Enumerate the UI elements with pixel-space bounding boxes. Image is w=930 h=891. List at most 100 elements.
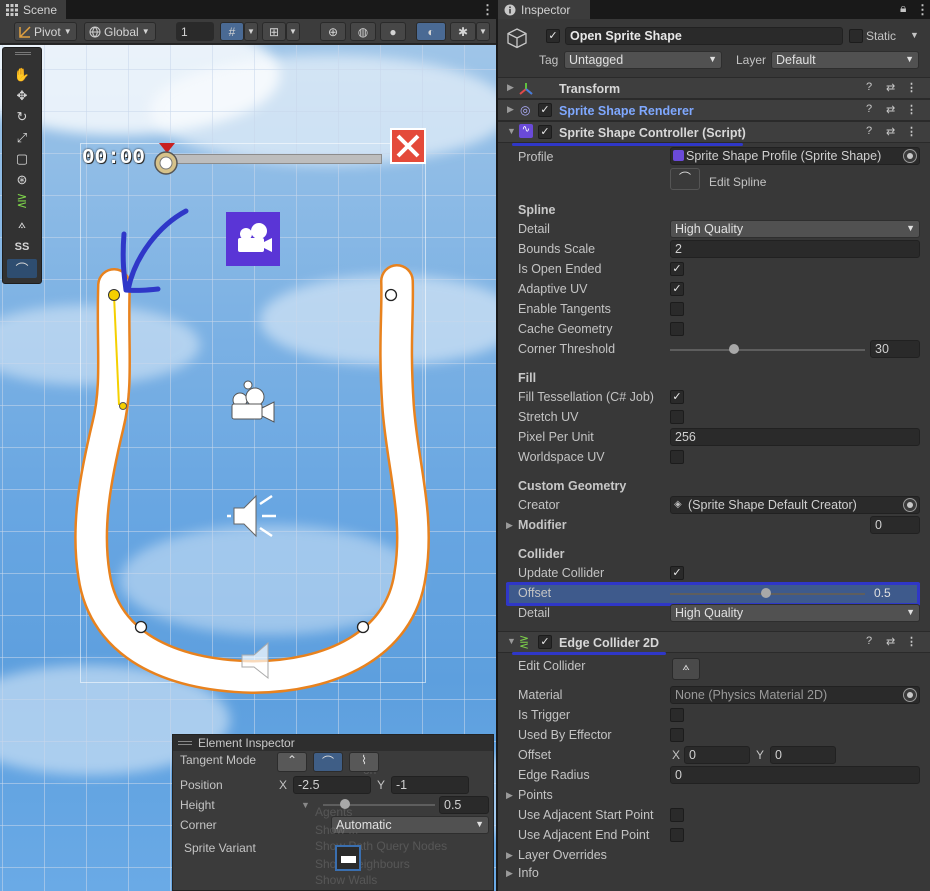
scene-menu-icon[interactable]: ⋮	[481, 2, 494, 18]
tess-checkbox[interactable]: ✓	[670, 390, 684, 404]
element-inspector-header[interactable]: Element Inspector	[173, 735, 493, 751]
tangent-handle[interactable]	[119, 402, 127, 410]
grid-size-input[interactable]: 1	[176, 22, 214, 41]
2d-mode-button[interactable]: ◐	[416, 22, 446, 41]
stretch-checkbox[interactable]	[670, 410, 684, 424]
position-x-field[interactable]: -2.5	[293, 776, 371, 794]
scene-view[interactable]: Scene ⋮ Pivot ▼ Global ▼ 1 # ▼ ⊞ ▼ ⊕ ◍ ●…	[0, 0, 496, 891]
presets-icon[interactable]: ⇄	[886, 635, 895, 648]
transform-header[interactable]: ▶ Transform ? ⇄ ⋮	[498, 77, 930, 99]
object-name-field[interactable]: Open Sprite Shape	[565, 27, 843, 45]
scene-tab[interactable]: Scene	[0, 0, 66, 19]
edit-collider-tool-button[interactable]: ⋛	[7, 191, 37, 210]
offset-value[interactable]: 0.5	[874, 586, 891, 600]
cache-checkbox[interactable]	[670, 322, 684, 336]
active-checkbox[interactable]: ✓	[546, 29, 560, 43]
spline-point[interactable]	[384, 288, 398, 302]
tag-dropdown[interactable]: Untagged ▼	[564, 51, 722, 69]
layer-dropdown[interactable]: Default ▼	[771, 51, 919, 69]
spline-tool-button[interactable]: ⌒	[7, 259, 37, 278]
offset-slider-knob[interactable]	[760, 588, 771, 598]
selected-spline-point[interactable]	[108, 289, 120, 301]
adj-end-checkbox[interactable]	[670, 828, 684, 842]
component-menu-icon[interactable]: ⋮	[906, 635, 917, 648]
help-icon[interactable]: ?	[866, 81, 872, 93]
corner-threshold-field[interactable]: 30	[870, 340, 920, 358]
component-menu-icon[interactable]: ⋮	[906, 81, 917, 94]
lock-icon[interactable]: 🔒︎	[900, 1, 906, 16]
ss-tool-button[interactable]: SS	[7, 237, 37, 256]
increment-snap-dropdown[interactable]: ▼	[286, 22, 300, 41]
drag-handle-icon[interactable]	[15, 52, 31, 55]
corner-slider-track[interactable]	[670, 349, 865, 351]
edge-collider-header[interactable]: ▼ ⋛ ✓ Edge Collider 2D ? ⇄ ⋮	[498, 631, 930, 653]
spline-point[interactable]	[134, 620, 148, 634]
points-row[interactable]: ▶ Points	[498, 785, 930, 805]
lit-button[interactable]: ●	[380, 22, 406, 41]
move-tool-button[interactable]: ✥	[7, 86, 37, 105]
renderer-header[interactable]: ▶ ◎ ✓ Sprite Shape Renderer ? ⇄ ⋮	[498, 99, 930, 121]
edit-collider-button[interactable]: ⟑	[672, 658, 700, 680]
gizmos-dropdown[interactable]: ▼	[476, 22, 490, 41]
profile-field[interactable]: Sprite Shape Profile (Sprite Shape)	[670, 147, 920, 165]
spline-point[interactable]	[356, 620, 370, 634]
trigger-checkbox[interactable]	[670, 708, 684, 722]
presets-icon[interactable]: ⇄	[886, 81, 895, 94]
inspector-menu-icon[interactable]: ⋮	[916, 2, 929, 18]
tangents-checkbox[interactable]	[670, 302, 684, 316]
help-icon[interactable]: ?	[866, 125, 872, 137]
layer-overrides-row[interactable]: ▶ Layer Overrides	[498, 845, 930, 865]
global-dropdown[interactable]: Global ▼	[84, 22, 156, 41]
bounds-field[interactable]: 2	[670, 240, 920, 258]
material-field[interactable]: None (Physics Material 2D)	[670, 686, 920, 704]
draw-mode-button[interactable]: ⊕	[320, 22, 346, 41]
component-menu-icon[interactable]: ⋮	[906, 103, 917, 116]
shaded-button[interactable]: ◍	[350, 22, 376, 41]
adaptive-checkbox[interactable]: ✓	[670, 282, 684, 296]
collider-detail-dropdown[interactable]: High Quality ▼	[670, 604, 920, 622]
pivot-dropdown[interactable]: Pivot ▼	[14, 22, 77, 41]
modifier-row[interactable]: ▶ Modifier	[498, 515, 930, 535]
scale-tool-button[interactable]: ⤢	[7, 128, 37, 147]
controller-header[interactable]: ▼ ∿ ✓ Sprite Shape Controller (Script) ?…	[498, 121, 930, 143]
radius-field[interactable]: 0	[670, 766, 920, 784]
broken-tangent-button[interactable]: ⌇	[349, 752, 379, 772]
help-icon[interactable]: ?	[866, 103, 872, 115]
linear-tangent-button[interactable]: ⌃	[277, 752, 307, 772]
creator-field[interactable]: ◈ (Sprite Shape Default Creator)	[670, 496, 920, 514]
position-y-field[interactable]: -1	[391, 776, 469, 794]
edit-shape-tool-button[interactable]: ⟑	[7, 214, 37, 233]
detail-dropdown[interactable]: High Quality ▼	[670, 220, 920, 238]
info-row[interactable]: ▶ Info	[498, 863, 930, 883]
worldspace-checkbox[interactable]	[670, 450, 684, 464]
help-icon[interactable]: ?	[866, 635, 872, 647]
edge-collider-enabled-checkbox[interactable]: ✓	[538, 635, 552, 649]
gizmos-button[interactable]: ✱	[450, 22, 476, 41]
inspector-tab[interactable]: Inspector	[498, 0, 590, 19]
edge-offset-x-field[interactable]: 0	[684, 746, 750, 764]
object-picker-icon[interactable]	[903, 688, 917, 702]
open-ended-checkbox[interactable]: ✓	[670, 262, 684, 276]
effector-checkbox[interactable]	[670, 728, 684, 742]
object-picker-icon[interactable]	[903, 498, 917, 512]
transform-tool-button[interactable]: ⊛	[7, 170, 37, 189]
presets-icon[interactable]: ⇄	[886, 103, 895, 116]
object-picker-icon[interactable]	[903, 149, 917, 163]
grid-snap-button[interactable]: #	[220, 22, 244, 41]
static-checkbox[interactable]	[849, 29, 863, 43]
height-field[interactable]: 0.5	[439, 796, 489, 814]
edit-spline-button[interactable]: ⌒	[670, 168, 700, 190]
update-collider-checkbox[interactable]: ✓	[670, 566, 684, 580]
modifier-count-field[interactable]: 0	[870, 516, 920, 534]
sprite-variant-slot[interactable]	[335, 845, 361, 871]
edge-offset-y-field[interactable]: 0	[770, 746, 836, 764]
grid-snap-dropdown[interactable]: ▼	[244, 22, 258, 41]
increment-snap-button[interactable]: ⊞	[262, 22, 286, 41]
ppu-field[interactable]: 256	[670, 428, 920, 446]
rect-tool-button[interactable]: ▢	[7, 149, 37, 168]
continuous-tangent-button[interactable]: ⌒	[313, 752, 343, 772]
presets-icon[interactable]: ⇄	[886, 125, 895, 138]
component-menu-icon[interactable]: ⋮	[906, 125, 917, 138]
hand-tool-button[interactable]: ✋	[7, 65, 37, 84]
renderer-enabled-checkbox[interactable]: ✓	[538, 103, 552, 117]
